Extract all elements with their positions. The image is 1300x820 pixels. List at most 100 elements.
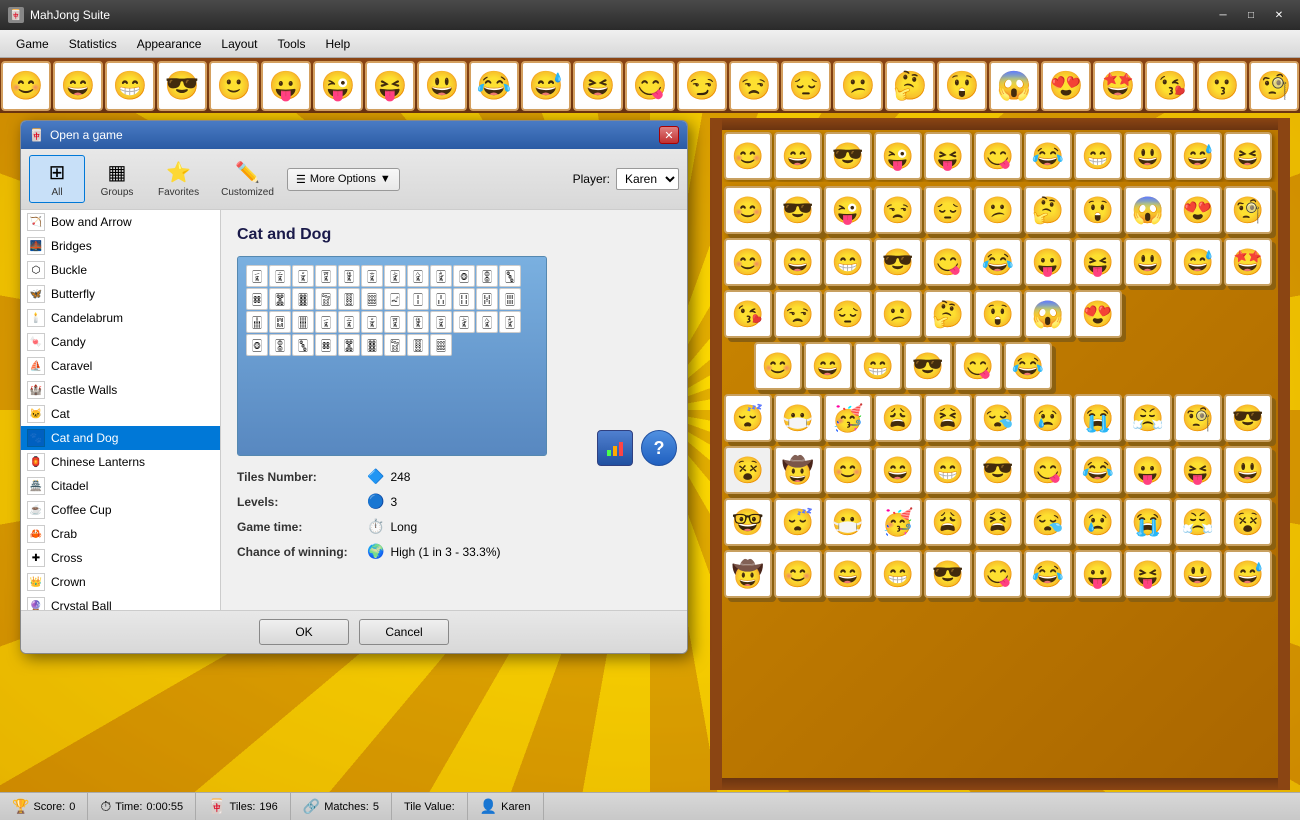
board-tile[interactable]: 😜 xyxy=(874,132,922,180)
board-tile[interactable]: 😁 xyxy=(874,550,922,598)
board-tile[interactable]: 😆 xyxy=(1224,132,1272,180)
board-tile[interactable]: 😂 xyxy=(1074,446,1122,494)
board-tile[interactable]: 😱 xyxy=(1024,290,1072,338)
favorites-button[interactable]: ⭐ Favorites xyxy=(149,155,208,203)
board-tile[interactable]: 😋 xyxy=(1024,446,1072,494)
board-tile[interactable]: 😔 xyxy=(924,186,972,234)
board-tile[interactable]: 😄 xyxy=(774,238,822,286)
board-tile[interactable]: 😎 xyxy=(824,132,872,180)
ok-button[interactable]: OK xyxy=(259,619,349,645)
board-tile[interactable]: 😤 xyxy=(1174,498,1222,546)
board-tile[interactable]: 😎 xyxy=(774,186,822,234)
minimize-button[interactable]: ─ xyxy=(1210,5,1236,25)
list-item-castle-walls[interactable]: 🏰 Castle Walls xyxy=(21,378,220,402)
list-item-crystal-ball[interactable]: 🔮 Crystal Ball xyxy=(21,594,220,610)
board-tile[interactable]: 😊 xyxy=(754,342,802,390)
board-tile[interactable]: 😎 xyxy=(1224,394,1272,442)
board-tile[interactable]: 😋 xyxy=(974,550,1022,598)
customized-button[interactable]: ✏️ Customized xyxy=(212,155,283,203)
list-item-chinese-lanterns[interactable]: 🏮 Chinese Lanterns xyxy=(21,450,220,474)
list-item-cat-and-dog[interactable]: 🐾 Cat and Dog xyxy=(21,426,220,450)
list-item-candy[interactable]: 🍬 Candy xyxy=(21,330,220,354)
board-tile[interactable]: 🧐 xyxy=(1224,186,1272,234)
board-tile[interactable]: 😁 xyxy=(824,238,872,286)
list-item-bow-and-arrow[interactable]: 🏹 Bow and Arrow xyxy=(21,210,220,234)
board-tile[interactable]: 😛 xyxy=(1074,550,1122,598)
board-tile[interactable]: 😊 xyxy=(824,446,872,494)
board-tile[interactable]: 😴 xyxy=(774,498,822,546)
menu-layout[interactable]: Layout xyxy=(211,33,267,55)
board-tile[interactable]: 😄 xyxy=(804,342,852,390)
board-tile[interactable]: 😄 xyxy=(874,446,922,494)
list-item-butterfly[interactable]: 🦋 Butterfly xyxy=(21,282,220,306)
board-tile[interactable]: 😤 xyxy=(1124,394,1172,442)
board-tile[interactable]: 😝 xyxy=(1124,550,1172,598)
board-tile[interactable]: 😋 xyxy=(954,342,1002,390)
board-tile[interactable]: 😋 xyxy=(924,238,972,286)
list-item-buckle[interactable]: ⬡ Buckle xyxy=(21,258,220,282)
list-item-candelabrum[interactable]: 🕯️ Candelabrum xyxy=(21,306,220,330)
list-item-coffee-cup[interactable]: ☕ Coffee Cup xyxy=(21,498,220,522)
board-tile[interactable]: 😲 xyxy=(974,290,1022,338)
board-tile[interactable]: 😪 xyxy=(974,394,1022,442)
board-tile[interactable]: 😁 xyxy=(854,342,902,390)
board-tile[interactable]: 😃 xyxy=(1124,132,1172,180)
board-tile[interactable]: 😲 xyxy=(1074,186,1122,234)
board-tile[interactable]: 😅 xyxy=(1224,550,1272,598)
board-tile[interactable]: 😫 xyxy=(924,394,972,442)
groups-button[interactable]: ▦ Groups xyxy=(89,155,145,203)
list-item-cross[interactable]: ✚ Cross xyxy=(21,546,220,570)
board-tile[interactable]: 😩 xyxy=(874,394,922,442)
board-tile[interactable]: 😕 xyxy=(874,290,922,338)
board-tile[interactable]: 😝 xyxy=(924,132,972,180)
board-tile[interactable]: 😫 xyxy=(974,498,1022,546)
board-tile[interactable]: 🧐 xyxy=(1174,394,1222,442)
board-tile[interactable]: 😛 xyxy=(1024,238,1072,286)
board-tile[interactable]: 😎 xyxy=(924,550,972,598)
board-tile[interactable]: 😩 xyxy=(924,498,972,546)
player-select[interactable]: Karen xyxy=(617,169,678,189)
menu-game[interactable]: Game xyxy=(6,33,59,55)
board-tile[interactable]: 😭 xyxy=(1124,498,1172,546)
board-tile[interactable]: 😂 xyxy=(974,238,1022,286)
board-tile[interactable]: 😍 xyxy=(1074,290,1122,338)
board-tile[interactable]: 😜 xyxy=(824,186,872,234)
menu-statistics[interactable]: Statistics xyxy=(59,33,127,55)
list-item-caravel[interactable]: ⛵ Caravel xyxy=(21,354,220,378)
board-tile[interactable]: 😂 xyxy=(1004,342,1052,390)
close-button[interactable]: ✕ xyxy=(1266,5,1292,25)
board-tile[interactable]: 😃 xyxy=(1224,446,1272,494)
board-tile[interactable]: 😊 xyxy=(724,186,772,234)
board-tile[interactable]: 😊 xyxy=(774,550,822,598)
board-tile[interactable]: 😎 xyxy=(904,342,952,390)
board-tile[interactable]: 😃 xyxy=(1124,238,1172,286)
board-tile[interactable]: 😴 xyxy=(724,394,772,442)
board-tile[interactable]: 😭 xyxy=(1074,394,1122,442)
menu-help[interactable]: Help xyxy=(315,33,360,55)
board-tile[interactable]: 🥳 xyxy=(874,498,922,546)
board-tile[interactable]: 😂 xyxy=(1024,132,1072,180)
dialog-close-button[interactable]: ✕ xyxy=(659,126,679,144)
list-item-cat[interactable]: 🐱 Cat xyxy=(21,402,220,426)
board-tile[interactable]: 😔 xyxy=(824,290,872,338)
board-tile[interactable]: 😷 xyxy=(824,498,872,546)
board-tile[interactable]: 😝 xyxy=(1174,446,1222,494)
board-tile[interactable]: 😄 xyxy=(774,132,822,180)
board-tile[interactable]: 😅 xyxy=(1174,238,1222,286)
board-tile[interactable]: 😵 xyxy=(724,446,772,494)
board-tile[interactable]: 😂 xyxy=(1024,550,1072,598)
list-item-crab[interactable]: 🦀 Crab xyxy=(21,522,220,546)
board-tile[interactable]: 🤠 xyxy=(774,446,822,494)
chart-button[interactable] xyxy=(597,430,633,466)
help-button[interactable]: ? xyxy=(641,430,677,466)
board-tile[interactable]: 🥳 xyxy=(824,394,872,442)
board-tile[interactable]: 😘 xyxy=(724,290,772,338)
board-tile[interactable]: 😁 xyxy=(924,446,972,494)
board-tile[interactable]: 😋 xyxy=(974,132,1022,180)
board-tile[interactable]: 😅 xyxy=(1174,132,1222,180)
board-tile[interactable]: 😊 xyxy=(724,132,772,180)
list-item-crown[interactable]: 👑 Crown xyxy=(21,570,220,594)
menu-appearance[interactable]: Appearance xyxy=(127,33,212,55)
board-tile[interactable]: 🤔 xyxy=(924,290,972,338)
board-tile[interactable]: 😷 xyxy=(774,394,822,442)
